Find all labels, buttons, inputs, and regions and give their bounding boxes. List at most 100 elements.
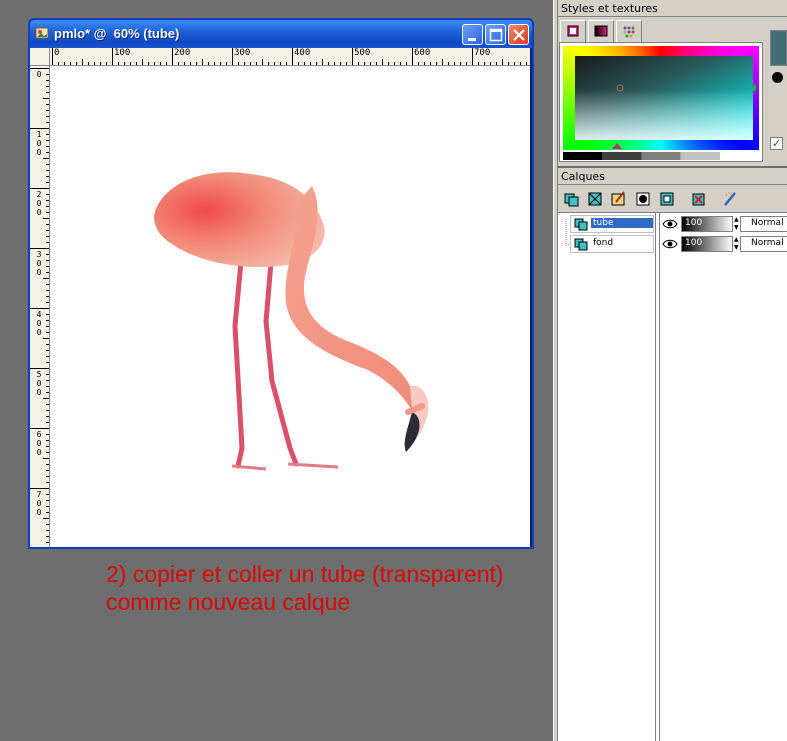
new-art-media-layer-icon[interactable]: [610, 190, 628, 208]
new-mask-layer-icon[interactable]: [634, 190, 652, 208]
ruler-tick: [508, 62, 509, 65]
gradient-tab[interactable]: [588, 20, 614, 42]
saturation-lightness-box[interactable]: [575, 56, 753, 140]
layer-item-fond[interactable]: fond: [570, 235, 654, 253]
ruler-tick: [30, 308, 49, 309]
color-tab[interactable]: [560, 20, 586, 42]
ruler-tick: [268, 62, 269, 65]
foreground-color-swatch[interactable]: [770, 30, 787, 66]
layer-name-label: tube: [591, 218, 653, 228]
ruler-tick: [478, 62, 479, 65]
ruler-tick: [76, 62, 77, 65]
ruler-label: 200: [174, 48, 191, 58]
ruler-tick: [340, 62, 341, 65]
ruler-tick: [418, 62, 419, 65]
ruler-tick: [46, 530, 49, 531]
ruler-tick: [172, 48, 173, 65]
new-raster-layer-icon[interactable]: [563, 190, 581, 208]
image-canvas[interactable]: [50, 66, 530, 547]
ruler-tick: [46, 266, 49, 267]
close-button[interactable]: [508, 24, 529, 45]
ruler-tick: [46, 110, 49, 111]
ruler-tick: [472, 48, 473, 65]
layer-name-label: fond: [593, 238, 614, 248]
ruler-label: 0: [54, 48, 60, 58]
ruler-tick: [100, 62, 101, 65]
ruler-tick: [46, 380, 49, 381]
minimize-button[interactable]: [462, 24, 483, 45]
new-vector-layer-icon[interactable]: [586, 190, 604, 208]
ruler-tick: [154, 62, 155, 65]
edit-layer-icon[interactable]: [722, 190, 740, 208]
ruler-tick: [142, 59, 143, 65]
opacity-value: 100: [685, 218, 703, 228]
ruler-tick: [394, 62, 395, 65]
ruler-tick: [46, 134, 49, 135]
ruler-tick: [46, 272, 49, 273]
maximize-button[interactable]: [485, 24, 506, 45]
ruler-tick: [388, 62, 389, 65]
ruler-tick: [46, 326, 49, 327]
ruler-tick: [46, 212, 49, 213]
ruler-tick: [184, 62, 185, 65]
ruler-tick: [30, 248, 49, 249]
ruler-tick: [43, 458, 49, 459]
ruler-tick: [46, 416, 49, 417]
ruler-tick: [160, 62, 161, 65]
ruler-tick: [30, 188, 49, 189]
ruler-tick: [46, 242, 49, 243]
ruler-tick: [466, 62, 467, 65]
ruler-tick: [46, 446, 49, 447]
ruler-label: 100: [114, 48, 131, 58]
ruler-tick: [46, 476, 49, 477]
ruler-tick: [46, 374, 49, 375]
window-title: pmlo* @ 60% (tube): [54, 26, 180, 41]
ruler-tick: [88, 62, 89, 65]
ruler-tick: [256, 62, 257, 65]
blend-mode-select[interactable]: Normal: [740, 236, 787, 252]
opacity-slider[interactable]: 100: [681, 236, 733, 252]
ruler-tick: [46, 500, 49, 501]
ruler-tick: [46, 482, 49, 483]
ruler-tick: [514, 62, 515, 65]
style-dot-icon[interactable]: [772, 72, 783, 83]
ruler-tick: [46, 74, 49, 75]
ruler-tick: [46, 362, 49, 363]
color-picker[interactable]: [559, 42, 763, 162]
ruler-tick: [46, 80, 49, 81]
visibility-eye-icon[interactable]: [662, 238, 678, 250]
window-titlebar[interactable]: pmlo* @ 60% (tube): [30, 20, 532, 48]
ruler-tick: [46, 224, 49, 225]
ruler-tick: [46, 440, 49, 441]
ruler-tick: [46, 350, 49, 351]
delete-layer-icon[interactable]: [690, 190, 708, 208]
pattern-tab[interactable]: [616, 20, 642, 42]
new-adjustment-layer-icon[interactable]: [658, 190, 676, 208]
opacity-slider[interactable]: 100: [681, 216, 733, 232]
grayscale-strip[interactable]: [563, 152, 759, 160]
ruler-tick: [46, 260, 49, 261]
visibility-eye-icon[interactable]: [662, 218, 678, 230]
ruler-tick: [46, 176, 49, 177]
ruler-corner: [30, 48, 50, 66]
ruler-label: 400: [36, 310, 42, 337]
ruler-tick: [43, 98, 49, 99]
ruler-tick: [58, 62, 59, 65]
caption-line-2: comme nouveau calque: [106, 589, 351, 615]
ruler-tick: [490, 62, 491, 65]
ruler-tick: [43, 518, 49, 519]
ruler-tick: [196, 62, 197, 65]
ruler-tick: [94, 62, 95, 65]
layers-list: tube fond 100 ▲ ▼ Normal 100 ▲ ▼ Normal: [558, 212, 787, 741]
blend-mode-select[interactable]: Normal: [740, 216, 787, 232]
ruler-tick: [136, 62, 137, 65]
ruler-tick: [124, 62, 125, 65]
ruler-tick: [352, 48, 353, 65]
transparent-checkbox[interactable]: ✓: [770, 137, 783, 150]
image-window[interactable]: pmlo* @ 60% (tube) 0 100 200 300 400 500 600 70…: [28, 18, 534, 549]
layer-item-tube[interactable]: tube: [570, 215, 654, 233]
ruler-tick: [292, 48, 293, 65]
ruler-tick: [208, 62, 209, 65]
ruler-tick: [43, 158, 49, 159]
ruler-tick: [30, 428, 49, 429]
